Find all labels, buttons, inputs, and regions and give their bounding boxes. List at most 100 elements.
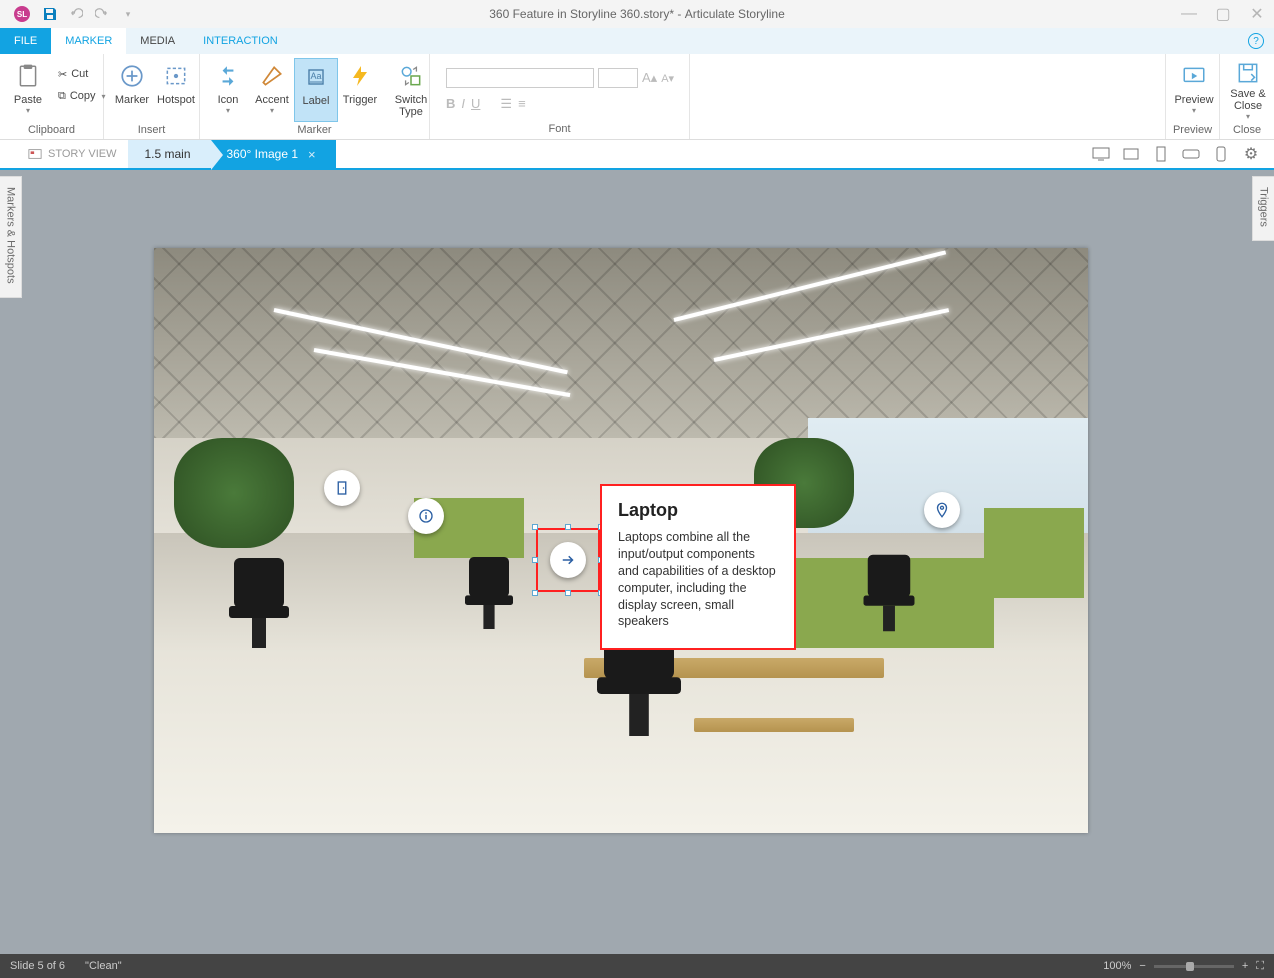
- title-bar: SL ▾ 360 Feature in Storyline 360.story*…: [0, 0, 1274, 28]
- markers-hotspots-panel-tab[interactable]: Markers & Hotspots: [0, 176, 22, 298]
- marker-accent-button[interactable]: Accent▾: [250, 58, 294, 122]
- marker-label-button[interactable]: Aa Label: [294, 58, 338, 122]
- group-label-close: Close: [1220, 122, 1274, 140]
- swap-icon: [212, 60, 244, 92]
- work-area: Markers & Hotspots Triggers: [0, 170, 1274, 954]
- close-window-button[interactable]: ✕: [1240, 0, 1274, 28]
- responsive-view-icons: ⚙: [1086, 140, 1274, 168]
- tab-marker[interactable]: MARKER: [51, 28, 126, 54]
- breadcrumb: 1.5 main 360° Image 1 ×: [128, 140, 335, 168]
- zoom-level: 100%: [1103, 960, 1131, 972]
- close-tab-icon[interactable]: ×: [308, 147, 316, 162]
- copy-button[interactable]: ⧉Copy▾: [54, 86, 110, 106]
- status-bar: Slide 5 of 6 "Clean" 100% − + ⛶: [0, 954, 1274, 978]
- label-icon: Aa: [300, 61, 332, 93]
- group-label-clipboard: Clipboard: [0, 122, 103, 140]
- label-body: Laptops combine all the input/output com…: [618, 529, 778, 630]
- marker-trigger-button[interactable]: Trigger: [338, 58, 382, 122]
- status-layout: "Clean": [85, 960, 122, 972]
- save-close-button[interactable]: Save & Close▾: [1226, 58, 1270, 122]
- font-size-input[interactable]: [598, 68, 638, 88]
- app-icon: SL: [14, 6, 30, 22]
- accent-icon: [256, 60, 288, 92]
- marker-plus-icon: [116, 60, 148, 92]
- phone-portrait-icon[interactable]: [1206, 139, 1236, 169]
- canvas-360-image[interactable]: Laptop Laptops combine all the input/out…: [154, 248, 1088, 833]
- save-icon[interactable]: [38, 2, 62, 26]
- minimize-button[interactable]: —: [1172, 0, 1206, 28]
- group-font: A▴ A▾ B I U ☰ ≡ Font: [430, 54, 690, 139]
- window-title: 360 Feature in Storyline 360.story* - Ar…: [489, 7, 785, 21]
- redo-icon[interactable]: [90, 2, 114, 26]
- marker-arrow-selected[interactable]: [550, 542, 586, 578]
- zoom-in-button[interactable]: +: [1242, 960, 1248, 972]
- font-family-input[interactable]: [446, 68, 594, 88]
- group-label-font: Font: [430, 121, 689, 139]
- save-close-icon: [1232, 60, 1264, 86]
- copy-icon: ⧉: [58, 90, 66, 103]
- marker-location[interactable]: [924, 492, 960, 528]
- story-view-button[interactable]: STORY VIEW: [0, 140, 128, 168]
- group-marker: Icon▾ Accent▾ Aa Label Trigger Switch Ty…: [200, 54, 430, 139]
- svg-text:Aa: Aa: [310, 71, 321, 81]
- fit-to-window-button[interactable]: ⛶: [1256, 960, 1264, 973]
- paste-icon: [12, 60, 44, 92]
- underline-button[interactable]: U: [471, 96, 480, 112]
- cut-icon: ✂: [58, 68, 67, 81]
- group-label-insert: Insert: [104, 122, 199, 140]
- qat-dropdown-icon[interactable]: ▾: [116, 2, 140, 26]
- window-controls: — ▢ ✕: [1172, 0, 1274, 28]
- scene-plant: [174, 438, 294, 548]
- group-label-preview: Preview: [1166, 122, 1219, 140]
- scene-ceiling: [154, 248, 1088, 438]
- marker-info[interactable]: [408, 498, 444, 534]
- grow-font-icon[interactable]: A▴: [642, 70, 657, 86]
- maximize-button[interactable]: ▢: [1206, 0, 1240, 28]
- marker-door[interactable]: [324, 470, 360, 506]
- preview-icon: [1178, 60, 1210, 92]
- triggers-panel-tab[interactable]: Triggers: [1252, 176, 1274, 241]
- crumb-slide[interactable]: 1.5 main: [128, 140, 210, 168]
- secondary-bar: STORY VIEW 1.5 main 360° Image 1 × ⚙: [0, 140, 1274, 170]
- quick-access-toolbar: ▾: [38, 2, 140, 26]
- zoom-out-button[interactable]: −: [1139, 960, 1145, 972]
- tab-file[interactable]: FILE: [0, 28, 51, 54]
- group-clipboard: Paste ▾ ✂Cut ⧉Copy▾ Clipboard: [0, 54, 104, 139]
- preview-button[interactable]: Preview▾: [1172, 58, 1216, 122]
- numbering-button[interactable]: ≡: [518, 96, 526, 112]
- bold-button[interactable]: B: [446, 96, 455, 112]
- phone-landscape-icon[interactable]: [1176, 139, 1206, 169]
- desktop-view-icon[interactable]: [1086, 139, 1116, 169]
- tab-interaction[interactable]: INTERACTION: [189, 28, 292, 54]
- ribbon-tabs: FILE MARKER MEDIA INTERACTION ?: [0, 28, 1274, 54]
- group-close: Save & Close▾ Close: [1220, 54, 1274, 139]
- hotspot-icon: [160, 60, 192, 92]
- status-slide-number: Slide 5 of 6: [10, 960, 65, 972]
- tab-media[interactable]: MEDIA: [126, 28, 189, 54]
- label-title: Laptop: [618, 500, 778, 521]
- shrink-font-icon[interactable]: A▾: [661, 72, 674, 85]
- tablet-portrait-icon[interactable]: [1146, 139, 1176, 169]
- scene-desk: [694, 718, 854, 732]
- help-icon[interactable]: ?: [1248, 33, 1264, 49]
- insert-marker-button[interactable]: Marker: [110, 58, 154, 122]
- switch-icon: [395, 60, 427, 92]
- crumb-360image[interactable]: 360° Image 1 ×: [211, 140, 336, 168]
- insert-hotspot-button[interactable]: Hotspot: [154, 58, 198, 122]
- italic-button[interactable]: I: [461, 96, 465, 112]
- undo-icon[interactable]: [64, 2, 88, 26]
- tablet-landscape-icon[interactable]: [1116, 139, 1146, 169]
- cut-button[interactable]: ✂Cut: [54, 64, 110, 84]
- group-preview: Preview▾ Preview: [1166, 54, 1220, 139]
- bullets-button[interactable]: ☰: [500, 96, 512, 112]
- lightning-icon: [344, 60, 376, 92]
- scene-divider: [984, 508, 1084, 598]
- paste-button[interactable]: Paste ▾: [6, 58, 50, 122]
- group-insert: Marker Hotspot Insert: [104, 54, 200, 139]
- settings-gear-icon[interactable]: ⚙: [1236, 139, 1266, 169]
- zoom-slider[interactable]: [1154, 965, 1234, 968]
- marker-icon-button[interactable]: Icon▾: [206, 58, 250, 122]
- marker-label-card[interactable]: Laptop Laptops combine all the input/out…: [600, 484, 796, 650]
- group-label-marker: Marker: [200, 122, 429, 140]
- ribbon: Paste ▾ ✂Cut ⧉Copy▾ Clipboard Marker Hot…: [0, 54, 1274, 140]
